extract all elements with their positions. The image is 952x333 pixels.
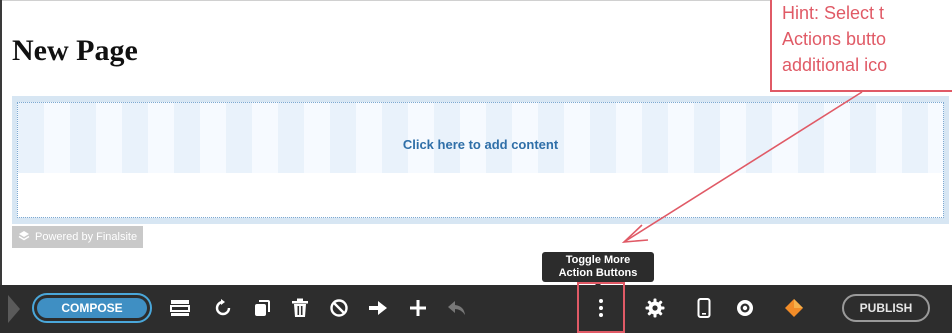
tooltip-line: Action Buttons xyxy=(558,267,638,279)
more-actions-highlight xyxy=(577,282,625,333)
hint-line: Actions butto xyxy=(782,29,887,49)
eye-icon[interactable] xyxy=(732,295,758,321)
frame-left-border xyxy=(0,0,2,285)
publish-label: PUBLISH xyxy=(859,301,913,315)
toolbar-collapse-tab[interactable] xyxy=(8,295,20,323)
tooltip-line: Toggle More xyxy=(565,254,631,266)
trash-icon[interactable] xyxy=(287,295,313,321)
mobile-icon[interactable] xyxy=(691,295,717,321)
compose-label: COMPOSE xyxy=(37,298,147,318)
content-dropzone-lower xyxy=(18,173,943,217)
hint-line: additional ico xyxy=(782,55,888,75)
copy-icon[interactable] xyxy=(249,295,275,321)
compose-button[interactable]: COMPOSE xyxy=(32,293,152,323)
finalsite-layers-icon xyxy=(18,230,30,245)
powered-by-text: Powered by Finalsite xyxy=(35,231,138,243)
powered-by-badge[interactable]: Powered by Finalsite xyxy=(12,226,144,248)
page-title: New Page xyxy=(12,34,138,67)
add-content-link[interactable]: Click here to add content xyxy=(18,137,943,152)
reply-icon[interactable] xyxy=(444,295,470,321)
toggle-more-tooltip: Toggle More Action Buttons xyxy=(542,252,654,287)
hint-callout: Hint: Select t Actions butto additional … xyxy=(770,0,952,92)
editor-toolbar: COMPOSE PUBLISH xyxy=(0,285,952,333)
refresh-icon[interactable] xyxy=(210,295,236,321)
hint-line: Hint: Select t xyxy=(782,3,885,23)
content-region[interactable]: Click here to add content xyxy=(12,96,949,224)
publish-button[interactable]: PUBLISH xyxy=(842,294,930,322)
content-dropzone[interactable]: Click here to add content xyxy=(17,102,944,218)
gear-icon[interactable] xyxy=(642,295,668,321)
finalsite-logo-icon[interactable] xyxy=(781,295,807,321)
ban-icon[interactable] xyxy=(326,295,352,321)
plus-icon[interactable] xyxy=(405,295,431,321)
layout-icon[interactable] xyxy=(167,295,193,321)
arrow-right-icon[interactable] xyxy=(365,295,391,321)
